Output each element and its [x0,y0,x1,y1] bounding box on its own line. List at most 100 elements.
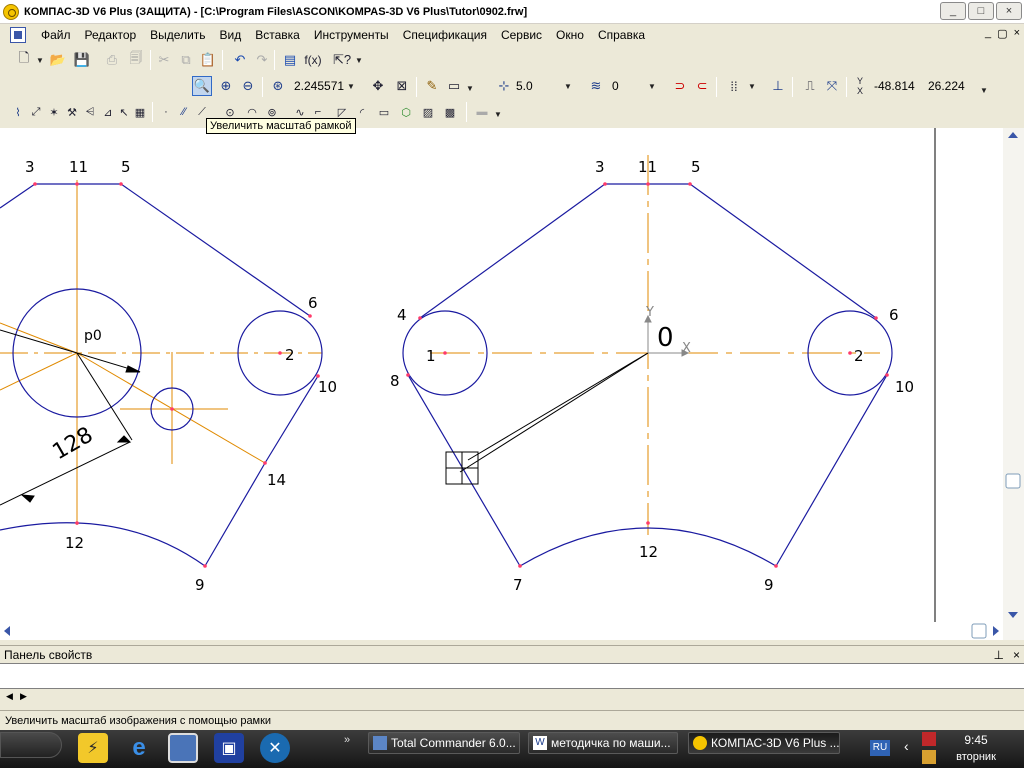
dimensions-icon[interactable]: ⤢ [28,102,44,122]
rectangle-icon[interactable]: ▭ [376,102,392,122]
redo-icon[interactable]: ↷ [252,50,272,70]
undo-icon[interactable]: ↶ [230,50,250,70]
scroll-corner[interactable] [971,623,987,639]
brush-icon[interactable]: ✎ [422,76,442,96]
task-word-document[interactable]: W методичка по маши... [528,732,678,754]
paste-icon[interactable]: 📋 [198,50,218,70]
doc-close-button[interactable]: × [1014,27,1020,40]
zoom-dropdown-icon[interactable]: ▼ [347,82,355,91]
geometry-icon[interactable]: ⌇ [10,102,26,122]
spec-tools-icon[interactable]: ▦ [132,102,148,122]
local-snap-icon[interactable]: ⊂ [692,76,712,96]
vertical-scrollbar[interactable] [1003,128,1024,640]
symbols-icon[interactable]: ✶ [46,102,62,122]
step-dropdown-icon[interactable]: ▼ [564,82,572,91]
function-button[interactable]: f(x) [302,50,324,70]
scroll-up-icon[interactable] [1008,132,1018,138]
doc-minimize-button[interactable]: _ [985,27,991,40]
document-icon[interactable] [10,27,26,43]
show-all-icon[interactable]: ⊠ [392,76,412,96]
start-button[interactable] [0,732,62,758]
panel-close-icon[interactable]: × [1013,646,1020,664]
zoom-in-icon[interactable]: ⊕ [216,76,236,96]
menu-editor[interactable]: Редактор [78,24,144,46]
save-icon[interactable]: 💾 [72,50,92,70]
cursor-coords-icon[interactable]: ⤧ [822,76,842,96]
desktop-icon[interactable] [168,733,198,763]
open-folder-icon[interactable]: 📂 [48,50,68,70]
language-indicator[interactable]: RU [870,740,890,756]
layer-dropdown-icon[interactable]: ▼ [648,82,656,91]
menu-tools[interactable]: Инструменты [307,24,396,46]
maximize-button[interactable]: □ [968,2,994,20]
coord-x-field[interactable]: -48.814 [870,77,922,97]
zoom-out-icon[interactable]: ⊖ [238,76,258,96]
nav-right-icon[interactable]: ▶ [20,691,27,702]
doc-restore-button[interactable]: ▢ [997,27,1007,40]
minimize-button[interactable]: _ [940,2,966,20]
macro-icon[interactable]: ▬ [474,102,490,122]
task-total-commander[interactable]: Total Commander 6.0... [368,732,520,754]
quicklaunch-more-icon[interactable]: » [344,734,350,746]
zoom-frame-icon[interactable]: 🔍 [192,76,212,96]
polygon-icon[interactable]: ⬡ [398,102,414,122]
hatch-icon[interactable]: ▨ [420,102,436,122]
zoom-scale-icon[interactable]: ⊛ [268,76,288,96]
snap-magnet-icon[interactable]: ⊃ [670,76,690,96]
print-icon[interactable]: ⎙ [102,50,122,70]
point-icon[interactable]: · [158,102,174,122]
fill-icon[interactable]: ▩ [442,102,458,122]
help-dropdown-icon[interactable]: ▼ [355,56,363,65]
measure-icon[interactable]: ⊿ [100,102,116,122]
scroll-thumb[interactable] [1005,473,1021,489]
variables-icon[interactable]: ▤ [280,50,300,70]
horizontal-scrollbar[interactable] [0,622,1003,640]
select-tools-icon[interactable]: ↖ [116,102,132,122]
pan-icon[interactable]: ✥ [368,76,388,96]
floppy-icon[interactable]: ▣ [214,733,244,763]
scroll-left-icon[interactable] [4,626,10,636]
menu-help[interactable]: Справка [591,24,652,46]
print-preview-icon[interactable]: 🗐 [126,50,146,70]
menu-select[interactable]: Выделить [143,24,212,46]
aux-line-icon[interactable]: ⁄⁄ [176,102,192,122]
task-kompas[interactable]: КОМПАС-3D V6 Plus ... [688,732,840,754]
pin-icon[interactable]: ⊥ [994,646,1004,664]
coord-y-field[interactable]: 26.224 [924,77,978,97]
kompas-quicklaunch-icon[interactable]: ✕ [260,733,290,763]
grid-dropdown-icon[interactable]: ▼ [748,82,756,91]
macro-dropdown-icon[interactable]: ▼ [494,110,502,119]
total-commander-quicklaunch-icon[interactable]: ⚡ [78,733,108,763]
parametrization-icon[interactable]: ⩤ [82,102,98,122]
drawing-svg[interactable]: 3 11 5 6 2 10 14 12 9 p0 128 3 11 5 4 6 … [0,128,1003,640]
menu-service[interactable]: Сервис [494,24,549,46]
new-dropdown-icon[interactable]: ▼ [36,56,44,65]
menu-specification[interactable]: Спецификация [396,24,494,46]
menu-insert[interactable]: Вставка [248,24,307,46]
network-tray-icon[interactable] [922,750,936,764]
ortho-icon[interactable]: ⎍ [800,76,820,96]
display-dropdown-icon[interactable]: ▼ [466,84,474,93]
layers-icon[interactable]: ≋ [586,76,606,96]
menu-file[interactable]: Файл [34,24,78,46]
drawing-canvas[interactable]: 3 11 5 6 2 10 14 12 9 p0 128 3 11 5 4 6 … [0,128,1024,640]
menu-view[interactable]: Вид [213,24,249,46]
new-document-icon[interactable]: 🗋 [14,50,34,70]
edit-icon[interactable]: ⚒ [64,102,80,122]
menu-window[interactable]: Окно [549,24,591,46]
tray-expand-icon[interactable]: ‹ [904,738,909,754]
clock[interactable]: 9:45 вторник [950,733,1002,763]
cut-icon[interactable]: ✂ [154,50,174,70]
local-cs-icon[interactable]: ⊥ [768,76,788,96]
close-button[interactable]: × [996,2,1022,20]
antivirus-tray-icon[interactable] [922,732,936,746]
scroll-right-icon[interactable] [993,626,999,636]
display-mode-icon[interactable]: ▭ [444,76,464,96]
copy-icon[interactable]: ⧉ [176,50,196,70]
scroll-down-icon[interactable] [1008,612,1018,618]
coords-dropdown-icon[interactable]: ▼ [980,86,988,95]
fillet-icon[interactable]: ◜ [354,102,370,122]
internet-explorer-icon[interactable]: e [124,733,154,763]
grid-icon[interactable]: ⁞⁞ [724,76,744,96]
step-icon[interactable]: ⊹ [494,76,514,96]
